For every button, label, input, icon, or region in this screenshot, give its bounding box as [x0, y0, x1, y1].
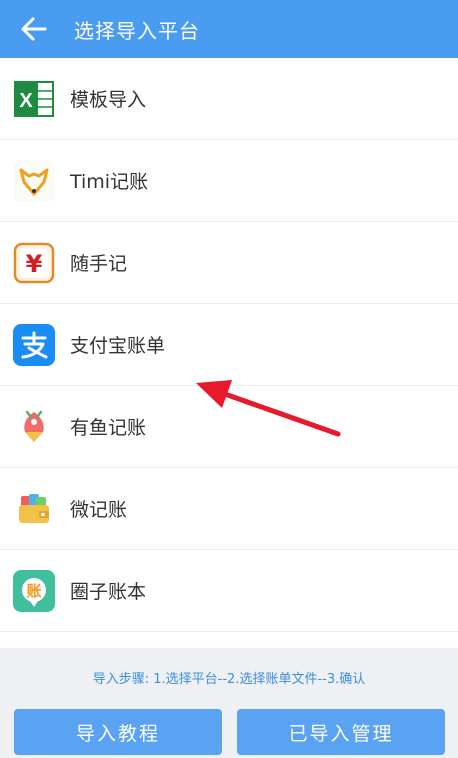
import-steps-text: 导入步骤: 1.选择平台--2.选择账单文件--3.确认 — [92, 672, 366, 687]
platform-label: Timi记账 — [70, 171, 149, 193]
svg-text:账: 账 — [26, 582, 41, 600]
platform-item-youyu[interactable]: 有鱼记账 — [0, 386, 458, 468]
svg-text:X: X — [19, 90, 33, 112]
platform-item-wei[interactable]: 微记账 — [0, 468, 458, 550]
alipay-icon — [13, 323, 55, 366]
platform-item-timi[interactable]: Timi记账 — [0, 140, 458, 222]
platform-label: 支付宝账单 — [70, 335, 166, 357]
yen-icon: ¥ — [13, 242, 55, 284]
circle-ledger-icon: 账 — [13, 569, 55, 612]
imported-manage-button[interactable]: 已导入管理 — [237, 709, 445, 755]
import-tutorial-button[interactable]: 导入教程 — [14, 709, 222, 755]
platform-item-alipay[interactable]: 支付宝账单 — [0, 304, 458, 386]
excel-icon: X — [13, 78, 55, 120]
platform-label: 圈子账本 — [70, 581, 147, 603]
platform-label: 微记账 — [70, 499, 128, 521]
page-title: 选择导入平台 — [74, 18, 200, 43]
wallet-icon — [13, 488, 55, 530]
back-arrow-icon — [21, 17, 47, 41]
platform-label: 有鱼记账 — [70, 417, 147, 439]
platform-list: X 模板导入 Timi记账 ¥ 随手记 支付宝账单 有鱼记账 微记账 账 圈子账… — [0, 58, 458, 648]
platform-item-template-import[interactable]: X 模板导入 — [0, 58, 458, 140]
back-button[interactable] — [12, 7, 56, 51]
platform-item-quanzi[interactable]: 账 圈子账本 — [0, 550, 458, 632]
platform-label: 模板导入 — [70, 89, 147, 111]
fish-icon — [13, 406, 55, 448]
platform-item-suishouji[interactable]: ¥ 随手记 — [0, 222, 458, 304]
platform-label: 随手记 — [70, 253, 128, 275]
timi-fox-icon — [13, 159, 55, 202]
footer-panel: 导入步骤: 1.选择平台--2.选择账单文件--3.确认 导入教程 已导入管理 — [0, 648, 458, 758]
svg-text:¥: ¥ — [26, 250, 43, 278]
app-bar: 选择导入平台 — [0, 0, 458, 58]
